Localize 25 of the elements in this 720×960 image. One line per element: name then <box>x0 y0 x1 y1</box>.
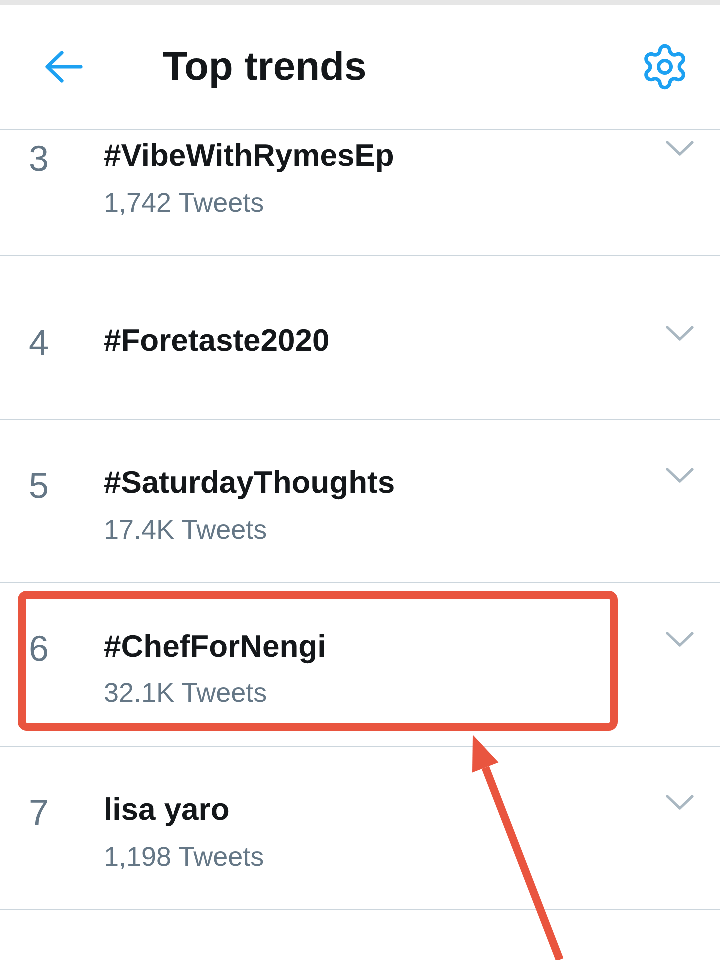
tweet-count: 32.1K Tweets <box>104 677 268 710</box>
trend-name: #SaturdayThoughts <box>104 464 396 502</box>
trend-rank: 6 <box>29 631 50 668</box>
trend-row[interactable]: 5 #SaturdayThoughts 17.4K Tweets <box>0 420 720 583</box>
chevron-down-icon[interactable] <box>666 795 694 810</box>
trend-name: #VibeWithRymesEp <box>104 137 396 174</box>
page-title: Top trends <box>163 44 368 91</box>
trend-rank: 4 <box>29 325 50 362</box>
trend-row[interactable]: 6 #ChefForNengi 32.1K Tweets <box>0 583 720 746</box>
chevron-down-icon[interactable] <box>666 632 694 647</box>
chevron-down-icon[interactable] <box>666 141 694 156</box>
tweet-count: 1,198 Tweets <box>104 840 266 873</box>
trend-row[interactable]: 3 #VibeWithRymesEp 1,742 Tweets <box>0 130 720 256</box>
trend-rank: 3 <box>29 140 50 177</box>
trend-name: #Foretaste2020 <box>104 322 331 359</box>
chevron-down-icon[interactable] <box>666 326 694 341</box>
trend-rank: 7 <box>29 794 50 831</box>
chevron-down-icon[interactable] <box>666 468 694 484</box>
tweet-count: 17.4K Tweets <box>104 514 268 546</box>
trend-name: #ChefForNengi <box>104 628 328 665</box>
trend-row[interactable]: 4 #Foretaste2020 <box>0 256 720 420</box>
back-icon[interactable] <box>45 51 83 83</box>
trend-rank: 5 <box>29 468 50 504</box>
tweet-count: 1,742 Tweets <box>104 186 266 219</box>
trend-name: lisa yaro <box>104 791 231 828</box>
